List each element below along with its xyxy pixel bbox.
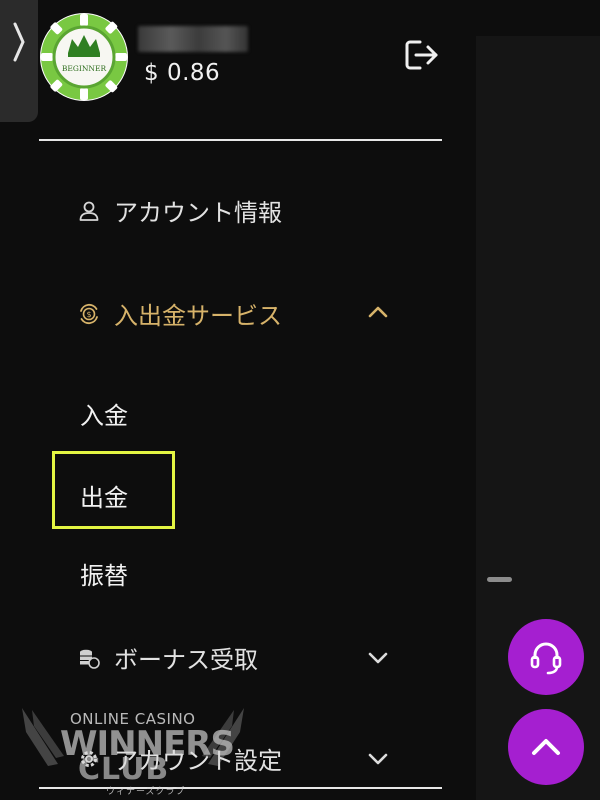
beginner-chip-icon: BEGINNER [41,14,127,100]
dollar-cycle-icon: $ [80,303,98,324]
chevron-up-icon[interactable] [366,304,390,320]
watermark-line3: CLUB [78,752,170,787]
user-icon [79,201,99,221]
logout-button[interactable] [404,38,440,72]
menu-bonus[interactable]: ボーナス受取 [78,640,258,675]
menu-account-info-label: アカウント情報 [114,199,282,227]
side-drawer: BEGINNER $ 0.86 アカウント情報 $ 入出金サービス 入金 出金 … [0,0,475,800]
scroll-to-top-button[interactable] [508,709,584,785]
headset-icon [530,642,562,675]
top-strip [476,0,600,36]
withdrawal-highlight-box [52,451,175,529]
drawer-toggle-button[interactable] [0,0,38,122]
balance: $ 0.86 [144,60,221,86]
svg-text:$: $ [86,310,91,319]
menu-bonus-label: ボーナス受取 [114,646,258,674]
arrow-up-icon [532,739,560,755]
support-button[interactable] [508,619,584,695]
scrollbar-handle[interactable] [487,577,512,582]
header-divider [39,139,442,141]
coins-icon [80,649,100,669]
chevron-down-icon[interactable] [366,751,390,767]
logout-icon [405,40,438,70]
chevron-down-icon[interactable] [366,650,390,666]
submenu-deposit[interactable]: 入金 [80,396,128,431]
username-redacted [138,26,248,52]
avatar[interactable]: BEGINNER [40,13,128,101]
watermark-logo: ONLINE CASINO WINNERS CLUB ウィナーズクラブ [18,704,248,800]
menu-payment-services[interactable]: $ 入出金サービス [78,296,282,331]
menu-payment-services-label: 入出金サービス [114,302,282,330]
submenu-transfer[interactable]: 振替 [80,556,128,591]
menu-account-info[interactable]: アカウント情報 [78,193,282,228]
avatar-badge-text: BEGINNER [62,64,107,73]
chevron-right-icon [13,22,25,62]
watermark-line4: ウィナーズクラブ [106,787,186,797]
